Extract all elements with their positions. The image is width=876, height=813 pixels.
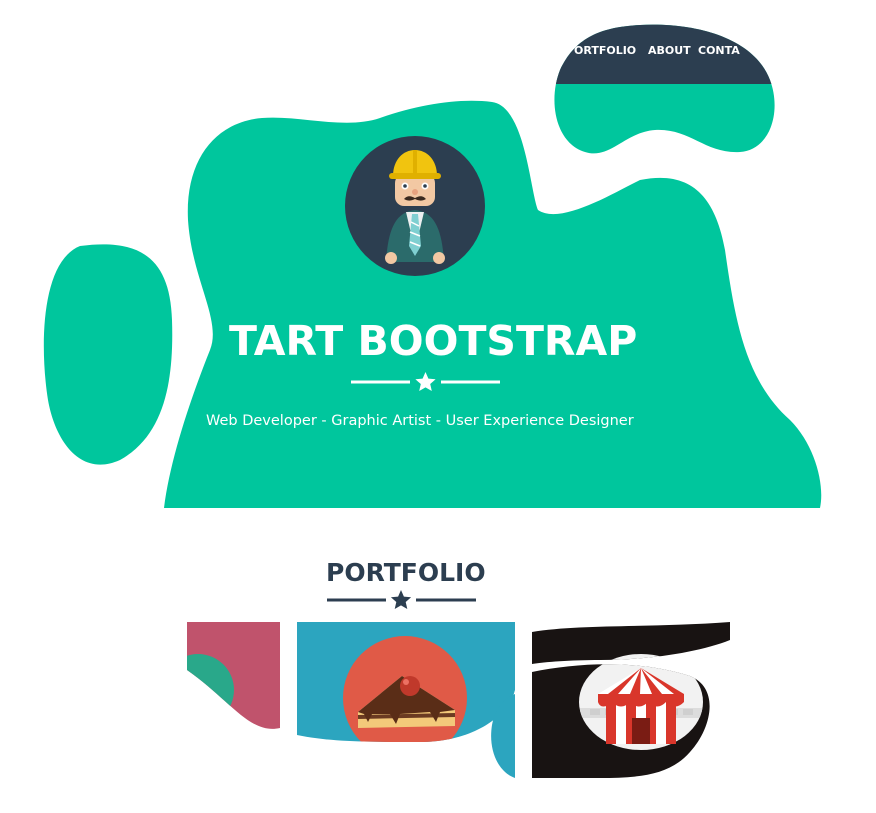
page-canvas: ORTFOLIO ABOUT CONTA TART BOOTSTRAP Web …	[43, 24, 822, 780]
nav-link-about[interactable]: ABOUT	[648, 44, 691, 57]
portfolio-item-cabin[interactable]	[162, 620, 285, 740]
cabin-icon	[187, 654, 234, 726]
construction-worker-avatar-icon	[345, 136, 485, 276]
portfolio-item-circus[interactable]	[530, 620, 735, 780]
portfolio-divider	[327, 590, 476, 609]
navbar: ORTFOLIO ABOUT CONTA	[554, 24, 775, 154]
hero-title: TART BOOTSTRAP	[229, 317, 637, 365]
portfolio-item-cake[interactable]	[295, 620, 520, 760]
cake-icon	[343, 636, 467, 742]
star-icon	[390, 590, 412, 609]
left-decorative-blob	[43, 244, 173, 465]
portfolio-heading: PORTFOLIO	[326, 558, 486, 587]
hero-section	[164, 100, 822, 508]
hero-subtitle: Web Developer - Graphic Artist - User Ex…	[206, 413, 634, 429]
nav-link-portfolio[interactable]: ORTFOLIO	[574, 44, 636, 57]
nav-link-contact[interactable]: CONTA	[698, 44, 740, 57]
